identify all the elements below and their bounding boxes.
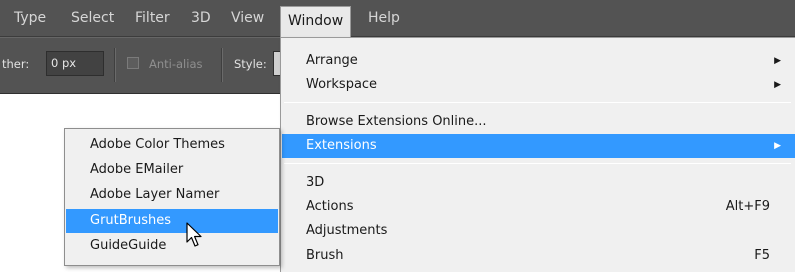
menu-item-label: Browse Extensions Online... <box>306 114 487 129</box>
menu-3d[interactable]: 3D <box>191 0 211 37</box>
menu-view[interactable]: View <box>231 0 264 37</box>
menu-help[interactable]: Help <box>368 0 400 37</box>
menu-item-label: Extensions <box>306 138 377 153</box>
options-divider <box>221 48 222 82</box>
menu-separator <box>284 102 791 103</box>
menu-item-extensions[interactable]: Extensions ▶ <box>282 134 795 158</box>
feather-input[interactable]: 0 px <box>46 51 104 76</box>
submenu-arrow-icon: ▶ <box>774 141 781 151</box>
menu-separator <box>284 163 791 164</box>
menu-item-workspace[interactable]: Workspace ▶ <box>282 73 795 97</box>
menu-select[interactable]: Select <box>71 0 114 37</box>
submenu-item-grutbrushes[interactable]: GrutBrushes <box>66 209 278 233</box>
menu-item-browse-extensions[interactable]: Browse Extensions Online... <box>282 110 795 134</box>
menu-item-actions[interactable]: Actions Alt+F9 <box>282 195 795 219</box>
menu-item-arrange[interactable]: Arrange ▶ <box>282 49 795 73</box>
antialias-checkbox[interactable] <box>127 57 139 69</box>
menu-item-3d[interactable]: 3D <box>282 171 795 195</box>
extensions-submenu: Adobe Color Themes Adobe EMailer Adobe L… <box>64 128 280 266</box>
window-menu: Arrange ▶ Workspace ▶ Browse Extensions … <box>280 37 795 272</box>
menu-item-label: Arrange <box>306 53 358 68</box>
menu-item-brush[interactable]: Brush F5 <box>282 244 795 268</box>
menu-item-label: Adjustments <box>306 223 388 238</box>
submenu-item-adobe-color-themes[interactable]: Adobe Color Themes <box>66 133 278 157</box>
feather-label: ther: <box>2 57 30 71</box>
antialias-label: Anti-alias <box>149 57 203 71</box>
menu-filter[interactable]: Filter <box>135 0 170 37</box>
menu-item-label: Actions <box>306 199 354 214</box>
menu-item-label: Brush <box>306 248 344 263</box>
shortcut-label: F5 <box>754 248 770 263</box>
menu-item-label: 3D <box>306 175 325 190</box>
submenu-arrow-icon: ▶ <box>774 56 781 66</box>
menu-type[interactable]: Type <box>14 0 46 37</box>
submenu-arrow-icon: ▶ <box>774 80 781 90</box>
submenu-item-guideguide[interactable]: GuideGuide <box>66 234 278 258</box>
mouse-pointer-icon <box>186 222 202 247</box>
style-label: Style: <box>234 57 267 71</box>
menu-bar: Type Select Filter 3D View Window Help <box>0 0 795 37</box>
menu-window[interactable]: Window <box>280 6 352 37</box>
menu-item-label: Workspace <box>306 77 378 92</box>
shortcut-label: Alt+F9 <box>725 199 770 214</box>
submenu-item-adobe-emailer[interactable]: Adobe EMailer <box>66 158 278 182</box>
menu-item-adjustments[interactable]: Adjustments <box>282 219 795 243</box>
options-divider <box>114 48 115 82</box>
submenu-item-adobe-layer-namer[interactable]: Adobe Layer Namer <box>66 183 278 207</box>
